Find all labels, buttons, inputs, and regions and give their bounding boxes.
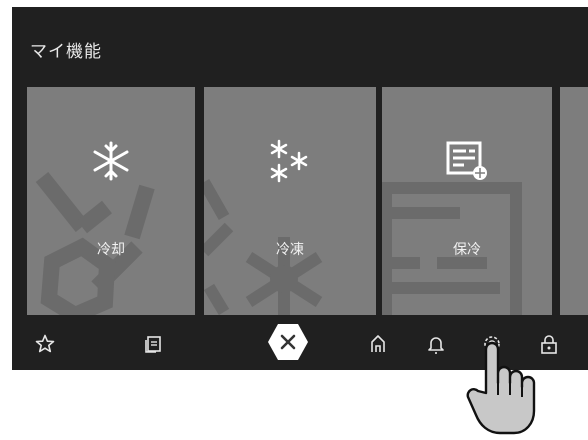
close-icon [268, 324, 308, 360]
document-background [382, 182, 522, 315]
tile-keep-cool[interactable]: 保冷 [382, 87, 552, 315]
snowflake-icon [89, 139, 133, 187]
pointing-hand-icon [458, 335, 548, 440]
device-screen: マイ機能 冷却 冷凍 保冷 [12, 7, 588, 370]
bell-icon[interactable] [425, 333, 447, 355]
star-icon[interactable] [34, 333, 56, 355]
tile-cooling[interactable]: 冷却 [27, 87, 195, 315]
home-icon[interactable] [367, 333, 389, 355]
close-button[interactable] [267, 323, 309, 361]
tile-freezing[interactable]: 冷凍 [204, 87, 376, 315]
notes-icon[interactable] [142, 333, 164, 355]
tile-label: 冷凍 [276, 242, 304, 258]
tile-label: 冷却 [97, 242, 125, 258]
snowflake-background [35, 172, 155, 315]
document-cool-icon [444, 139, 490, 187]
tile-partial[interactable] [560, 87, 588, 315]
snowflake-background [204, 179, 323, 315]
tile-label: 保冷 [453, 242, 481, 258]
multi-snowflake-icon [267, 139, 313, 189]
page-title: マイ機能 [30, 42, 102, 62]
